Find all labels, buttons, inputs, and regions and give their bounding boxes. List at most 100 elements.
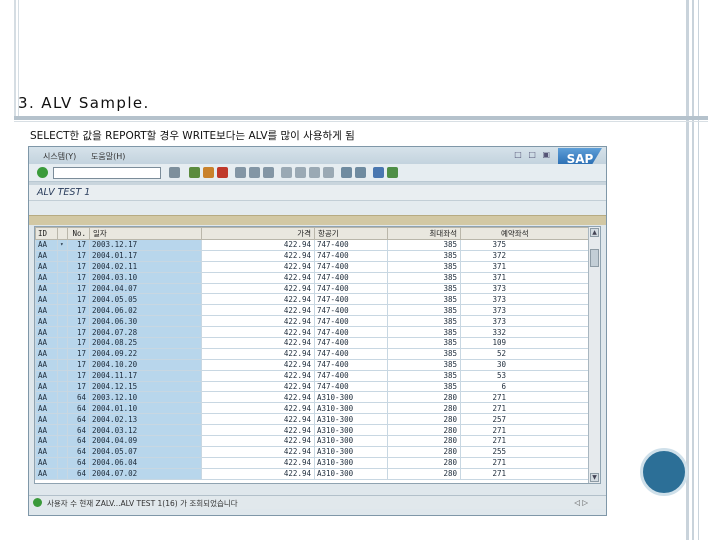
cell-booked-seats[interactable]: 53 <box>460 369 591 382</box>
cell-id[interactable]: AA <box>35 402 58 415</box>
cell-max-seats[interactable]: 280 <box>387 467 461 480</box>
table-row[interactable]: AA 17 2004.06.02 422.94 747-400 385 373 <box>35 304 591 317</box>
cell-marker[interactable] <box>57 358 68 371</box>
cell-marker[interactable] <box>57 260 68 273</box>
cell-date[interactable]: 2003.12.17 <box>89 239 202 251</box>
cell-price[interactable]: 422.94 <box>201 293 315 306</box>
scroll-down-icon[interactable]: ▼ <box>590 473 599 482</box>
cell-price[interactable]: 422.94 <box>201 435 315 447</box>
cell-booked-seats[interactable]: 271 <box>460 435 591 447</box>
exit-icon[interactable] <box>203 167 214 178</box>
cell-marker[interactable] <box>57 337 68 349</box>
cell-price[interactable]: 422.94 <box>201 445 315 458</box>
cell-marker[interactable] <box>57 369 68 382</box>
cell-no[interactable]: 64 <box>67 402 90 415</box>
cell-price[interactable]: 422.94 <box>201 271 315 284</box>
cell-max-seats[interactable]: 280 <box>387 413 461 426</box>
cell-price[interactable]: 422.94 <box>201 402 315 415</box>
cell-booked-seats[interactable]: 371 <box>460 260 591 273</box>
cell-booked-seats[interactable]: 271 <box>460 456 591 469</box>
cell-date[interactable]: 2004.02.11 <box>89 260 202 273</box>
cell-date[interactable]: 2004.08.25 <box>89 337 202 349</box>
table-row[interactable]: AA 17 2004.05.05 422.94 747-400 385 373 <box>35 293 591 306</box>
cell-aircraft[interactable]: A310-300 <box>314 467 388 480</box>
cell-marker[interactable] <box>57 249 68 262</box>
cell-price[interactable]: 422.94 <box>201 326 315 339</box>
cell-booked-seats[interactable]: 271 <box>460 467 591 480</box>
cell-price[interactable]: 422.94 <box>201 456 315 469</box>
cell-no[interactable]: 17 <box>67 358 90 371</box>
cell-booked-seats[interactable]: 332 <box>460 326 591 339</box>
table-row[interactable]: AA 17 2004.09.22 422.94 747-400 385 52 <box>35 347 591 360</box>
cell-id[interactable]: AA <box>35 424 58 437</box>
cell-max-seats[interactable]: 280 <box>387 456 461 469</box>
cell-max-seats[interactable]: 385 <box>387 358 461 371</box>
cell-max-seats[interactable]: 280 <box>387 445 461 458</box>
cell-price[interactable]: 422.94 <box>201 260 315 273</box>
cell-aircraft[interactable]: A310-300 <box>314 402 388 415</box>
cell-aircraft[interactable]: 747-400 <box>314 315 388 328</box>
cell-marker[interactable] <box>57 304 68 317</box>
table-row[interactable]: AA 17 2004.10.20 422.94 747-400 385 30 <box>35 358 591 371</box>
save-icon[interactable] <box>169 167 180 178</box>
col-header-price[interactable]: 가격 <box>201 227 315 240</box>
cell-booked-seats[interactable]: 373 <box>460 282 591 295</box>
cell-marker[interactable] <box>57 282 68 295</box>
cell-max-seats[interactable]: 280 <box>387 402 461 415</box>
cell-marker[interactable] <box>57 413 68 426</box>
table-row[interactable]: AA 64 2003.12.10 422.94 A310-300 280 271 <box>35 391 591 404</box>
cell-price[interactable]: 422.94 <box>201 347 315 360</box>
cell-max-seats[interactable]: 385 <box>387 239 461 251</box>
cell-date[interactable]: 2004.07.28 <box>89 326 202 339</box>
table-row[interactable]: AA 64 2004.02.13 422.94 A310-300 280 257 <box>35 413 591 426</box>
prev-page-icon[interactable] <box>295 167 306 178</box>
cancel-icon[interactable] <box>217 167 228 178</box>
cell-marker[interactable] <box>57 456 68 469</box>
cell-id[interactable]: AA <box>35 445 58 458</box>
cell-max-seats[interactable]: 385 <box>387 282 461 295</box>
cell-aircraft[interactable]: 747-400 <box>314 260 388 273</box>
cell-no[interactable]: 64 <box>67 467 90 480</box>
table-row[interactable]: AA 64 2004.06.04 422.94 A310-300 280 271 <box>35 456 591 469</box>
layout-icon[interactable] <box>387 167 398 178</box>
col-header-id[interactable]: ID <box>35 227 58 240</box>
cell-price[interactable]: 422.94 <box>201 467 315 480</box>
cell-aircraft[interactable]: 747-400 <box>314 347 388 360</box>
cell-date[interactable]: 2004.06.30 <box>89 315 202 328</box>
cell-booked-seats[interactable]: 109 <box>460 337 591 349</box>
cell-booked-seats[interactable]: 271 <box>460 391 591 404</box>
cell-date[interactable]: 2004.05.07 <box>89 445 202 458</box>
cell-booked-seats[interactable]: 6 <box>460 380 591 393</box>
cell-price[interactable]: 422.94 <box>201 391 315 404</box>
cell-marker[interactable] <box>57 445 68 458</box>
cell-no[interactable]: 17 <box>67 260 90 273</box>
cell-booked-seats[interactable]: 255 <box>460 445 591 458</box>
col-header-date[interactable]: 일자 <box>89 227 202 240</box>
cell-no[interactable]: 17 <box>67 304 90 317</box>
col-header-max-seats[interactable]: 최대좌석 <box>387 227 461 240</box>
cell-marker[interactable] <box>57 315 68 328</box>
cell-max-seats[interactable]: 385 <box>387 293 461 306</box>
cell-no[interactable]: 64 <box>67 435 90 447</box>
cell-aircraft[interactable]: 747-400 <box>314 326 388 339</box>
last-page-icon[interactable] <box>323 167 334 178</box>
cell-price[interactable]: 422.94 <box>201 369 315 382</box>
scroll-thumb[interactable] <box>590 249 599 267</box>
window-controls[interactable]: □ □ ▣ <box>514 150 552 159</box>
cell-no[interactable]: 17 <box>67 271 90 284</box>
help-icon[interactable] <box>373 167 384 178</box>
cell-booked-seats[interactable]: 371 <box>460 271 591 284</box>
cell-price[interactable]: 422.94 <box>201 337 315 349</box>
table-row[interactable]: AA 64 2004.03.12 422.94 A310-300 280 271 <box>35 424 591 437</box>
col-header-booked-seats[interactable]: 예약좌석 <box>460 227 591 240</box>
cell-date[interactable]: 2004.07.02 <box>89 467 202 480</box>
shortcut-icon[interactable] <box>355 167 366 178</box>
cell-no[interactable]: 64 <box>67 391 90 404</box>
cell-date[interactable]: 2004.01.17 <box>89 249 202 262</box>
cell-marker[interactable] <box>57 380 68 393</box>
cell-max-seats[interactable]: 385 <box>387 260 461 273</box>
cell-no[interactable]: 17 <box>67 239 90 251</box>
cell-date[interactable]: 2004.11.17 <box>89 369 202 382</box>
cell-booked-seats[interactable]: 372 <box>460 249 591 262</box>
cell-id[interactable]: AA <box>35 315 58 328</box>
